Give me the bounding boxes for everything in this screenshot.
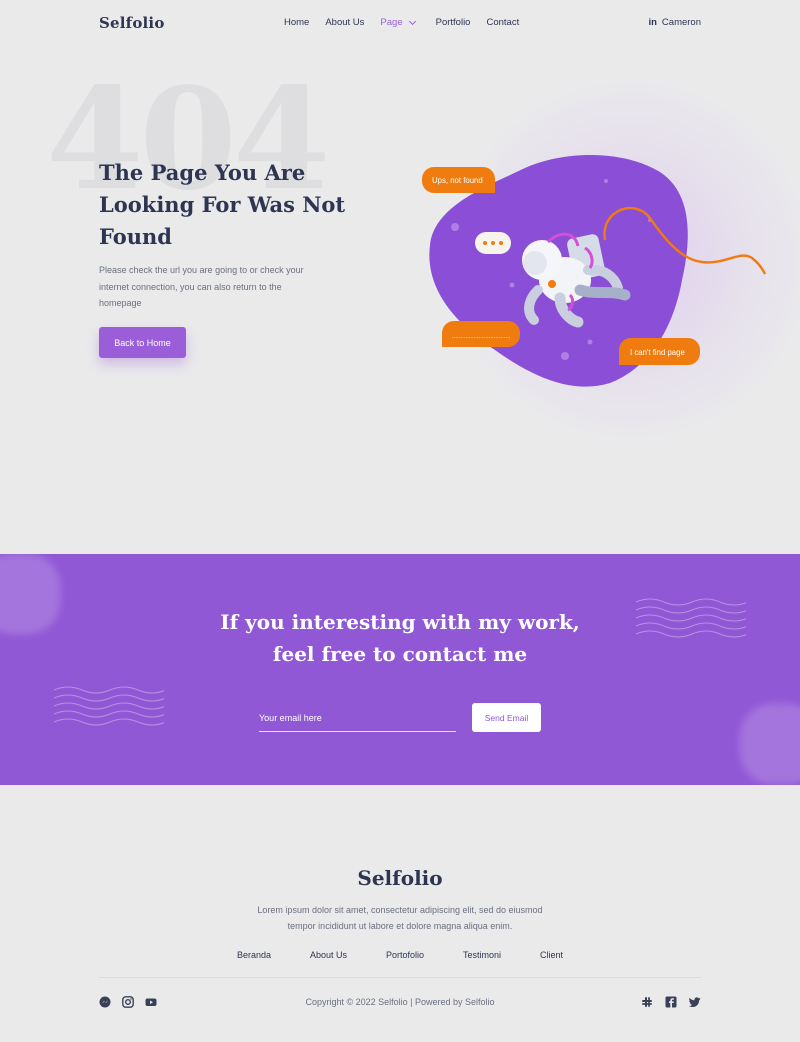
twitter-icon[interactable]	[689, 996, 701, 1008]
site-logo[interactable]: Selfolio	[99, 14, 165, 32]
wave-lines-decoration	[54, 686, 164, 726]
main-menu: Home About Us Page Portfolio Contact	[284, 17, 519, 28]
bubble-top-text: Ups, not found	[432, 176, 483, 185]
footer-link-testimoni[interactable]: Testimoni	[463, 950, 501, 960]
linkedin-icon: in	[648, 17, 657, 28]
top-nav: Selfolio Home About Us Page Portfolio Co…	[0, 0, 800, 46]
back-to-home-button[interactable]: Back to Home	[99, 327, 186, 358]
nav-item-portfolio[interactable]: Portfolio	[436, 17, 471, 28]
bubble-bottom-text: I can't find page	[630, 348, 685, 357]
slack-icon[interactable]	[641, 996, 653, 1008]
nav-item-about[interactable]: About Us	[325, 17, 364, 28]
contact-heading-line-2: feel free to contact me	[272, 642, 528, 666]
facebook-icon[interactable]	[665, 996, 677, 1008]
nav-item-contact[interactable]: Contact	[486, 17, 519, 28]
contact-band: If you interesting with my work, feel fr…	[0, 554, 800, 785]
footer-divider	[99, 977, 701, 978]
footer-logo[interactable]: Selfolio	[0, 866, 800, 890]
chevron-down-icon	[408, 17, 416, 25]
page-title: The Page You Are Looking For Was Not Fou…	[99, 160, 346, 249]
footer-link-about[interactable]: About Us	[310, 950, 347, 960]
contact-heading: If you interesting with my work, feel fr…	[0, 606, 800, 670]
page-description: Please check the url you are going to or…	[99, 265, 304, 308]
footer-link-client[interactable]: Client	[540, 950, 563, 960]
nav-item-home[interactable]: Home	[284, 17, 309, 28]
email-input[interactable]	[259, 704, 456, 732]
bubble-middle-text: ...................................	[452, 334, 511, 340]
nav-item-page-label: Page	[380, 17, 403, 28]
footer-link-portofolio[interactable]: Portofolio	[386, 950, 424, 960]
astronaut-illustration: Ups, not found .........................…	[422, 155, 767, 387]
footer-links: Beranda About Us Portofolio Testimoni Cl…	[0, 950, 800, 960]
user-name: Cameron	[661, 17, 701, 28]
decorative-blob	[740, 704, 800, 784]
user-profile-link[interactable]: in Cameron	[648, 17, 701, 28]
send-email-button[interactable]: Send Email	[472, 703, 541, 732]
contact-heading-line-1: If you interesting with my work,	[220, 610, 580, 634]
copyright-text: Copyright © 2022 Selfolio | Powered by S…	[305, 997, 495, 1007]
nav-item-page[interactable]: Page	[380, 17, 416, 28]
footer-link-beranda[interactable]: Beranda	[237, 950, 271, 960]
footer-description: Lorem ipsum dolor sit amet, consectetur …	[257, 905, 543, 931]
